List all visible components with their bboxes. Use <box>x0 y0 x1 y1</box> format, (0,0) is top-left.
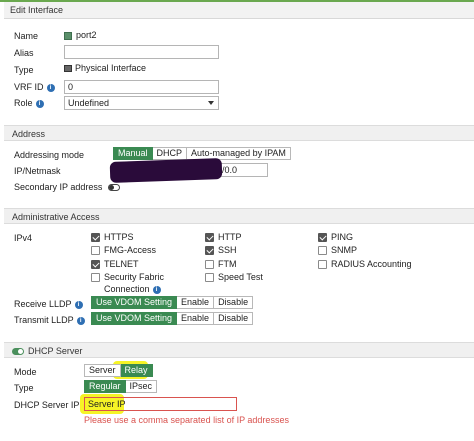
access-ftm[interactable]: FTM <box>205 259 237 270</box>
alias-input[interactable] <box>64 45 219 59</box>
dialog-title: Edit Interface <box>10 5 64 15</box>
receive-lldp-disable-option[interactable]: Disable <box>214 296 254 309</box>
type-value: Physical Interface <box>64 63 146 73</box>
transmit-lldp-label: Transmit LLDP i <box>14 315 85 325</box>
physical-interface-icon <box>64 65 72 73</box>
vrf-id-input[interactable]: 0 <box>64 80 219 94</box>
receive-lldp-vdom-option[interactable]: Use VDOM Setting <box>91 296 178 309</box>
alias-label: Alias <box>14 48 34 58</box>
checkbox-telnet[interactable] <box>91 260 100 270</box>
dhcp-server-ip-error: Please use a comma separated list of IP … <box>84 415 289 425</box>
mode-dhcp-option[interactable]: DHCP <box>152 147 188 160</box>
info-icon[interactable]: i <box>35 99 44 108</box>
receive-lldp-selector[interactable]: Use VDOM Setting Enable Disable <box>91 296 254 309</box>
addressing-mode-label: Addressing mode <box>14 150 85 160</box>
checkbox-http[interactable] <box>205 233 214 243</box>
dhcp-section-header: DHCP Server <box>4 342 474 358</box>
checkbox-ssh[interactable] <box>205 246 214 256</box>
vrf-label: VRF ID i <box>14 82 55 92</box>
dhcp-mode-label: Mode <box>14 367 37 377</box>
access-radius[interactable]: RADIUS Accounting <box>318 259 412 270</box>
ipv4-label: IPv4 <box>14 233 33 243</box>
checkbox-fmg-access[interactable] <box>91 246 100 256</box>
receive-lldp-label: Receive LLDP i <box>14 299 83 309</box>
dhcp-server-ip-label: DHCP Server IP <box>14 400 80 410</box>
name-label: Name <box>14 31 39 41</box>
access-security-fabric[interactable]: Security Fabric <box>91 272 164 283</box>
access-http[interactable]: HTTP <box>205 232 242 243</box>
access-https[interactable]: HTTPS <box>91 232 134 243</box>
dhcp-type-ipsec-option[interactable]: IPsec <box>125 380 158 393</box>
dhcp-type-regular-option[interactable]: Regular <box>84 380 126 393</box>
access-fmg[interactable]: FMG-Access <box>91 245 156 256</box>
info-icon[interactable]: i <box>152 285 161 294</box>
role-label: Role i <box>14 98 44 108</box>
dhcp-server-ip-input[interactable]: Server IP <box>84 397 237 411</box>
redaction-scribble <box>109 158 223 183</box>
address-section-header: Address <box>4 125 474 141</box>
dhcp-mode-server-option[interactable]: Server <box>84 364 121 377</box>
secondary-ip-label: Secondary IP address <box>14 182 120 192</box>
receive-lldp-enable-option[interactable]: Enable <box>177 296 215 309</box>
port-icon <box>64 31 72 40</box>
access-ssh[interactable]: SSH <box>205 245 237 256</box>
chevron-down-icon <box>208 101 214 105</box>
transmit-lldp-enable-option[interactable]: Enable <box>177 312 215 325</box>
info-icon[interactable]: i <box>74 300 83 309</box>
checkbox-radius-accounting[interactable] <box>318 260 327 270</box>
ip-netmask-label: IP/Netmask <box>14 166 61 176</box>
info-icon[interactable]: i <box>46 83 55 92</box>
mode-manual-option[interactable]: Manual <box>113 147 153 160</box>
type-label: Type <box>14 65 34 75</box>
transmit-lldp-vdom-option[interactable]: Use VDOM Setting <box>91 312 178 325</box>
access-snmp[interactable]: SNMP <box>318 245 357 256</box>
checkbox-security-fabric[interactable] <box>91 273 100 283</box>
dialog-title-bar: Edit Interface <box>4 2 474 19</box>
secondary-ip-toggle[interactable] <box>107 184 120 192</box>
access-telnet[interactable]: TELNET <box>91 259 139 270</box>
checkbox-ftm[interactable] <box>205 260 214 270</box>
admin-access-section-header: Administrative Access <box>4 208 474 224</box>
security-fabric-connection: Connection i <box>104 284 161 294</box>
access-speed-test[interactable]: Speed Test <box>205 272 263 283</box>
access-ping[interactable]: PING <box>318 232 353 243</box>
dhcp-type-label: Type <box>14 383 34 393</box>
checkbox-ping[interactable] <box>318 233 327 243</box>
dhcp-mode-selector[interactable]: Server Relay <box>84 364 153 377</box>
transmit-lldp-disable-option[interactable]: Disable <box>214 312 254 325</box>
checkbox-speed-test[interactable] <box>205 273 214 283</box>
info-icon[interactable]: i <box>76 316 85 325</box>
dhcp-server-toggle[interactable] <box>12 348 24 356</box>
dhcp-type-selector[interactable]: Regular IPsec <box>84 380 158 393</box>
checkbox-snmp[interactable] <box>318 246 327 256</box>
name-value: port2 <box>64 30 97 40</box>
dhcp-mode-relay-option[interactable]: Relay <box>120 364 153 377</box>
transmit-lldp-selector[interactable]: Use VDOM Setting Enable Disable <box>91 312 254 325</box>
role-select[interactable]: Undefined <box>64 96 219 110</box>
checkbox-https[interactable] <box>91 233 100 243</box>
